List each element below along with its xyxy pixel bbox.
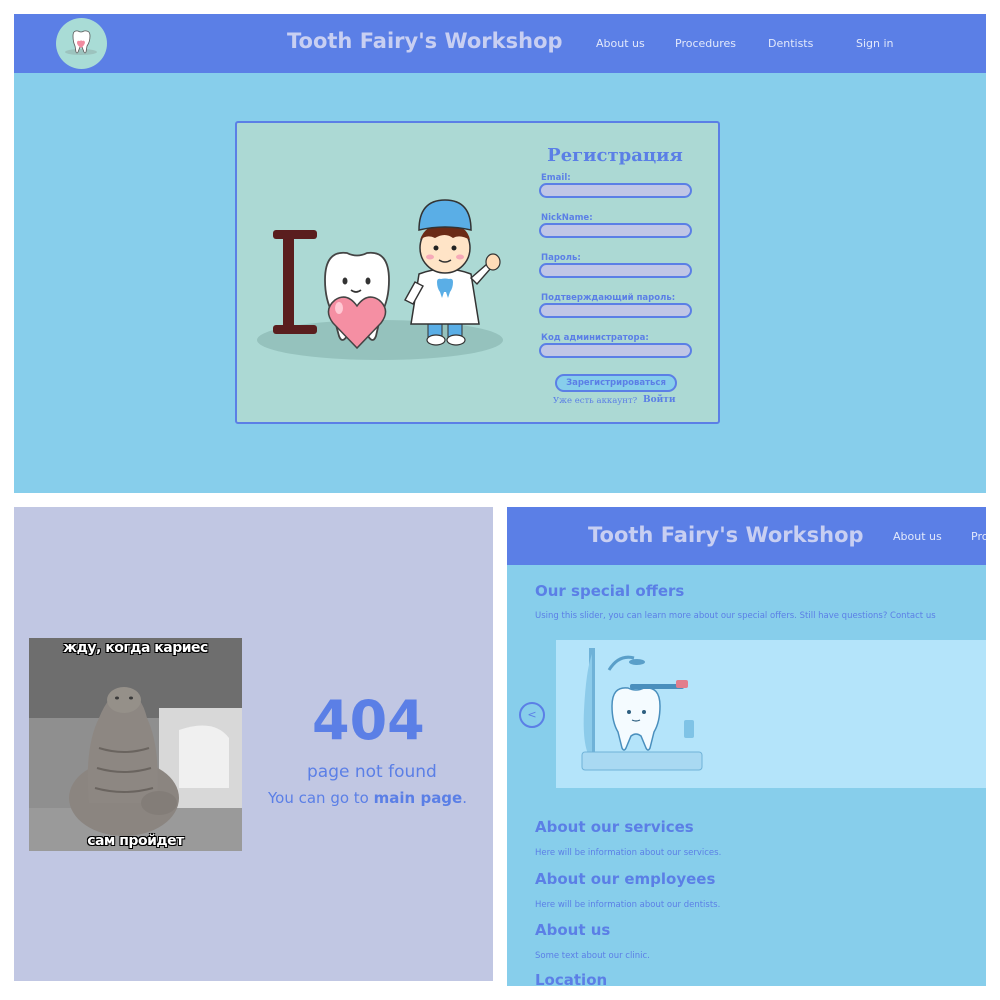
tooth-logo-icon bbox=[65, 30, 97, 55]
nickname-label: NickName: bbox=[541, 213, 593, 223]
error-message: page not found bbox=[307, 762, 437, 782]
confirm-password-field[interactable] bbox=[539, 303, 692, 318]
confirm-password-label: Подтверждающий пароль: bbox=[541, 293, 676, 303]
navbar: Tooth Fairy's Workshop About us Procedur… bbox=[14, 14, 986, 73]
nav-about[interactable]: About us bbox=[893, 530, 942, 543]
site-brand[interactable]: Tooth Fairy's Workshop bbox=[287, 29, 563, 53]
tooth-logo[interactable] bbox=[56, 18, 107, 69]
creature-figure bbox=[29, 638, 242, 851]
main-page-link[interactable]: main page bbox=[374, 789, 463, 807]
about-text: Some text about our clinic. bbox=[535, 951, 650, 961]
email-field[interactable] bbox=[539, 183, 692, 198]
meme-caption-top: жду, когда кариес bbox=[63, 640, 208, 656]
password-label: Пароль: bbox=[541, 253, 581, 263]
password-field[interactable] bbox=[539, 263, 692, 278]
offer-slide bbox=[556, 640, 986, 788]
nickname-field[interactable] bbox=[539, 223, 692, 238]
registration-screen: Tooth Fairy's Workshop About us Procedur… bbox=[14, 14, 986, 493]
registration-title: Регистрация bbox=[547, 145, 683, 166]
login-link[interactable]: Войти bbox=[643, 395, 676, 405]
nav-about[interactable]: About us bbox=[596, 37, 645, 50]
nav-signin[interactable]: Sign in bbox=[856, 37, 894, 50]
email-label: Email: bbox=[541, 173, 571, 183]
admin-code-field[interactable] bbox=[539, 343, 692, 358]
offers-title: Our special offers bbox=[535, 582, 685, 600]
nav-dentists[interactable]: Dentists bbox=[768, 37, 813, 50]
offers-text: Using this slider, you can learn more ab… bbox=[535, 611, 936, 621]
nav-procedures[interactable]: Pro bbox=[971, 530, 986, 543]
slider-prev-button[interactable]: < bbox=[519, 702, 545, 728]
navbar: Tooth Fairy's Workshop About us Pro bbox=[507, 507, 986, 565]
register-button[interactable]: Зарегистрироваться bbox=[555, 374, 677, 392]
nav-procedures[interactable]: Procedures bbox=[675, 37, 736, 50]
services-text: Here will be information about our servi… bbox=[535, 848, 722, 858]
goto-suffix: . bbox=[462, 789, 468, 807]
location-title: Location bbox=[535, 971, 608, 986]
employees-text: Here will be information about our denti… bbox=[535, 900, 721, 910]
have-account-text: Уже есть аккаунт? bbox=[553, 396, 638, 406]
employees-title: About our employees bbox=[535, 870, 716, 888]
home-screen: Tooth Fairy's Workshop About us Pro Our … bbox=[507, 507, 986, 986]
about-title: About us bbox=[535, 921, 611, 939]
admin-code-label: Код администратора: bbox=[541, 333, 649, 343]
services-title: About our services bbox=[535, 818, 694, 836]
error-code: 404 bbox=[312, 689, 425, 752]
tooth-shower-illustration bbox=[581, 648, 703, 771]
meme-image: жду, когда кариес сам пройдет bbox=[29, 638, 242, 851]
registration-card: Регистрация Email: NickName: Пароль: Под… bbox=[235, 121, 720, 424]
dentist-tooth-illustration bbox=[257, 199, 503, 360]
not-found-screen: жду, когда кариес сам пройдет 404 page n… bbox=[14, 507, 493, 981]
goto-line: You can go to main page. bbox=[268, 789, 467, 807]
site-brand[interactable]: Tooth Fairy's Workshop bbox=[588, 523, 864, 547]
goto-prefix: You can go to bbox=[268, 789, 369, 807]
meme-caption-bottom: сам пройдет bbox=[87, 833, 184, 849]
